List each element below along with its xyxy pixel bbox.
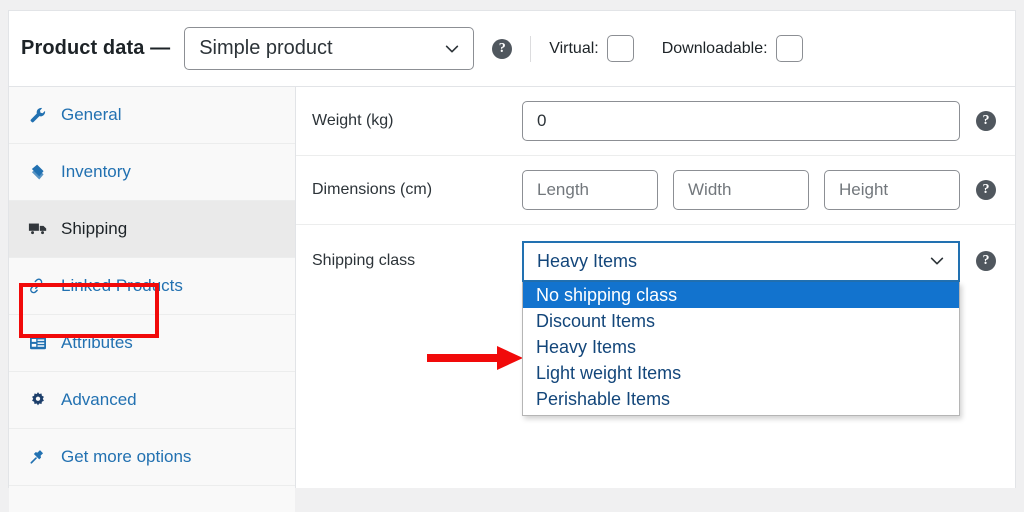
product-type-value: Simple product: [199, 37, 443, 60]
sidebar-item-label: General: [61, 105, 121, 125]
shipping-class-option[interactable]: Perishable Items: [523, 386, 959, 412]
sidebar-item-label: Linked Products: [61, 276, 183, 296]
shipping-class-option[interactable]: Light weight Items: [523, 360, 959, 386]
shipping-class-row: Shipping class Heavy Items No shipping c…: [296, 225, 1015, 297]
weight-row: Weight (kg) ?: [296, 87, 1015, 155]
truck-icon: [27, 219, 49, 239]
weight-label: Weight (kg): [312, 112, 522, 130]
plugin-icon: [27, 447, 49, 467]
product-data-tabs: General Inventory Shipping Linked Produc…: [9, 87, 296, 488]
gear-icon: [27, 390, 49, 410]
shipping-class-options-list[interactable]: No shipping class Discount Items Heavy I…: [522, 282, 960, 416]
sidebar-item-linked-products[interactable]: Linked Products: [9, 258, 295, 315]
shipping-class-value: Heavy Items: [537, 251, 928, 272]
header-divider: [530, 36, 531, 62]
sidebar-item-label: Shipping: [61, 219, 127, 239]
product-type-select[interactable]: Simple product: [184, 27, 474, 70]
width-input[interactable]: [673, 170, 809, 210]
wrench-icon: [27, 105, 49, 125]
length-input[interactable]: [522, 170, 658, 210]
panel-header: Product data — Simple product ? Virtual:…: [9, 11, 1015, 87]
archive-icon: [27, 162, 49, 182]
sidebar-item-advanced[interactable]: Advanced: [9, 372, 295, 429]
panel-body: General Inventory Shipping Linked Produc…: [9, 87, 1015, 488]
sidebar-item-attributes[interactable]: Attributes: [9, 315, 295, 372]
sidebar-item-label: Inventory: [61, 162, 131, 182]
downloadable-label: Downloadable:: [662, 40, 768, 58]
sidebar-item-general[interactable]: General: [9, 87, 295, 144]
product-type-help-icon[interactable]: ?: [492, 39, 512, 59]
virtual-label: Virtual:: [549, 40, 599, 58]
weight-input[interactable]: [522, 101, 960, 141]
dimensions-row: Dimensions (cm) ?: [296, 156, 1015, 224]
sidebar-item-label: Get more options: [61, 447, 191, 467]
sidebar-item-inventory[interactable]: Inventory: [9, 144, 295, 201]
sidebar-filler: [9, 486, 295, 512]
chevron-down-icon: [443, 40, 461, 58]
downloadable-field: Downloadable:: [662, 35, 803, 62]
list-view-icon: [27, 333, 49, 353]
sidebar-item-label: Attributes: [61, 333, 133, 353]
virtual-field: Virtual:: [549, 35, 634, 62]
sidebar-item-get-more-options[interactable]: Get more options: [9, 429, 295, 486]
shipping-panel: Weight (kg) ? Dimensions (cm) ? Shipping…: [296, 87, 1015, 488]
shipping-class-option[interactable]: No shipping class: [523, 282, 959, 308]
virtual-checkbox[interactable]: [607, 35, 634, 62]
shipping-class-select[interactable]: Heavy Items: [522, 241, 960, 282]
product-data-panel: Product data — Simple product ? Virtual:…: [8, 10, 1016, 488]
sidebar-item-label: Advanced: [61, 390, 137, 410]
link-icon: [27, 276, 49, 296]
shipping-class-label: Shipping class: [312, 252, 522, 270]
shipping-class-option[interactable]: Discount Items: [523, 308, 959, 334]
chevron-down-icon: [928, 252, 946, 270]
sidebar-item-shipping[interactable]: Shipping: [9, 201, 295, 258]
weight-help-icon[interactable]: ?: [976, 111, 996, 131]
shipping-class-option[interactable]: Heavy Items: [523, 334, 959, 360]
dimensions-help-icon[interactable]: ?: [976, 180, 996, 200]
page-title: Product data —: [21, 37, 170, 60]
shipping-class-select-wrap: Heavy Items No shipping class Discount I…: [522, 241, 960, 282]
shipping-class-help-icon[interactable]: ?: [976, 251, 996, 271]
height-input[interactable]: [824, 170, 960, 210]
dimensions-label: Dimensions (cm): [312, 181, 522, 199]
downloadable-checkbox[interactable]: [776, 35, 803, 62]
